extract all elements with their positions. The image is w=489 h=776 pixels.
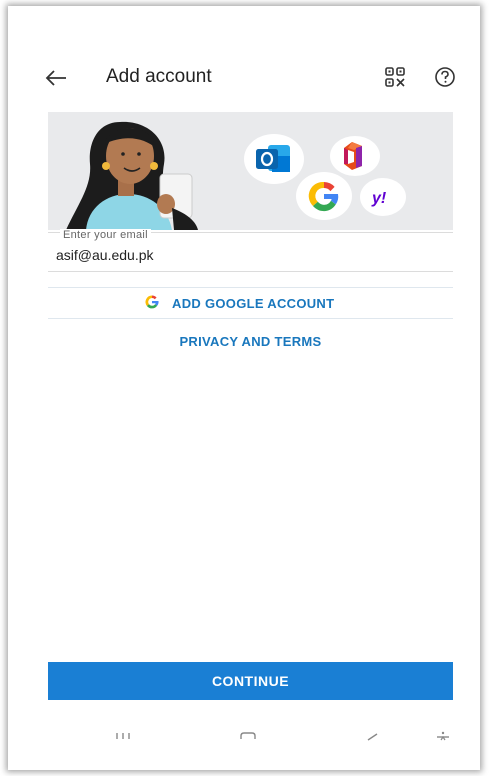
page-title: Add account — [106, 66, 212, 87]
recent-apps-icon[interactable] — [108, 726, 138, 746]
google-g-icon — [144, 294, 160, 314]
svg-text:y!: y! — [371, 190, 387, 207]
accessibility-icon[interactable] — [428, 726, 458, 746]
app-window: Add account y! Enter your email asif@au.… — [8, 6, 480, 770]
back-arrow-icon[interactable] — [42, 66, 70, 90]
office-icon — [330, 136, 380, 176]
qr-code-icon[interactable] — [384, 66, 406, 88]
app-header: Add account — [8, 60, 480, 96]
back-nav-icon[interactable] — [358, 726, 388, 746]
email-input[interactable] — [56, 247, 436, 263]
add-google-account-label: ADD GOOGLE ACCOUNT — [172, 296, 335, 311]
google-icon — [296, 172, 352, 220]
help-circle-icon[interactable] — [434, 66, 456, 88]
yahoo-icon: y! — [360, 178, 406, 216]
email-field-label: Enter your email — [60, 229, 151, 241]
illustration-banner: y! — [48, 112, 453, 230]
outlook-icon — [244, 134, 304, 184]
privacy-and-terms-link[interactable]: PRIVACY AND TERMS — [48, 334, 453, 349]
system-navigation-bar — [8, 720, 480, 750]
continue-button[interactable]: CONTINUE — [48, 662, 453, 700]
email-field[interactable]: Enter your email — [48, 229, 453, 272]
home-icon[interactable] — [233, 726, 263, 746]
add-google-account-button[interactable]: ADD GOOGLE ACCOUNT — [48, 287, 453, 319]
